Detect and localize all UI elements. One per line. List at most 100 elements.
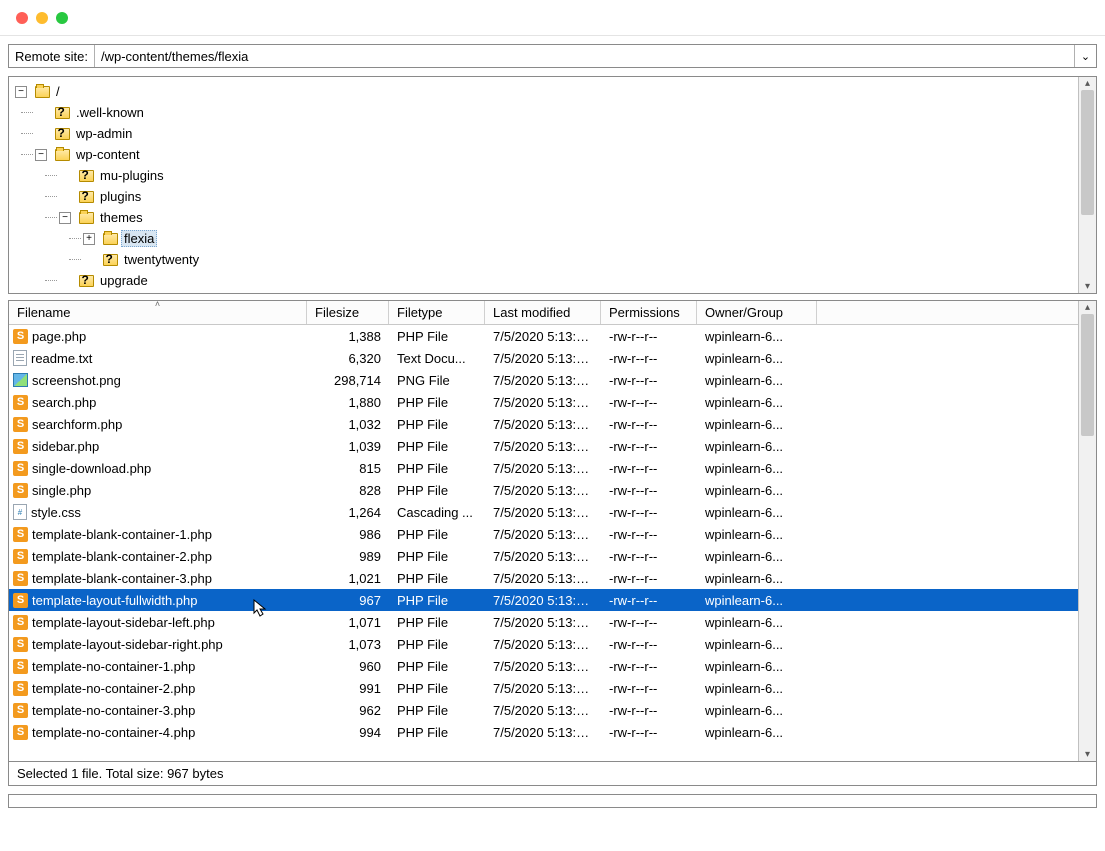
tree-item-flexia[interactable]: flexia: [121, 230, 157, 247]
file-row[interactable]: Spage.php1,388PHP File7/5/2020 5:13:3...…: [9, 325, 1078, 347]
file-permissions: -rw-r--r--: [601, 637, 697, 652]
file-row[interactable]: Stemplate-layout-sidebar-left.php1,071PH…: [9, 611, 1078, 633]
file-modified: 7/5/2020 5:13:3...: [485, 417, 601, 432]
tree-scrollbar[interactable]: ▴ ▾: [1078, 77, 1096, 293]
file-permissions: -rw-r--r--: [601, 461, 697, 476]
file-name: screenshot.png: [32, 373, 121, 388]
file-name: style.css: [31, 505, 81, 520]
file-name: template-no-container-4.php: [32, 725, 195, 740]
collapse-icon[interactable]: −: [59, 212, 71, 224]
column-filesize[interactable]: Filesize: [307, 301, 389, 324]
file-row[interactable]: Stemplate-blank-container-1.php986PHP Fi…: [9, 523, 1078, 545]
file-list-body[interactable]: Spage.php1,388PHP File7/5/2020 5:13:3...…: [9, 325, 1078, 761]
remote-site-dropdown[interactable]: ⌄: [1074, 45, 1096, 67]
remote-site-path[interactable]: /wp-content/themes/flexia: [95, 45, 1074, 67]
file-modified: 7/5/2020 5:13:3...: [485, 725, 601, 740]
file-name: template-blank-container-3.php: [32, 571, 212, 586]
folder-icon: [55, 149, 70, 161]
file-size: 1,264: [307, 505, 389, 520]
file-row[interactable]: Stemplate-no-container-4.php994PHP File7…: [9, 721, 1078, 743]
file-owner: wpinlearn-6...: [697, 527, 817, 542]
file-row[interactable]: #style.css1,264Cascading ...7/5/2020 5:1…: [9, 501, 1078, 523]
column-lastmodified[interactable]: Last modified: [485, 301, 601, 324]
close-dot-icon[interactable]: [16, 12, 28, 24]
file-row[interactable]: Ssingle-download.php815PHP File7/5/2020 …: [9, 457, 1078, 479]
file-permissions: -rw-r--r--: [601, 703, 697, 718]
column-permissions[interactable]: Permissions: [601, 301, 697, 324]
file-modified: 7/5/2020 5:13:3...: [485, 659, 601, 674]
file-row[interactable]: Ssearchform.php1,032PHP File7/5/2020 5:1…: [9, 413, 1078, 435]
file-row[interactable]: readme.txt6,320Text Docu...7/5/2020 5:13…: [9, 347, 1078, 369]
file-owner: wpinlearn-6...: [697, 351, 817, 366]
folder-icon: [79, 212, 94, 224]
directory-tree[interactable]: − / ? .well-known ? wp-admin: [11, 81, 1076, 293]
sublime-file-icon: S: [13, 329, 28, 344]
file-row[interactable]: Stemplate-blank-container-3.php1,021PHP …: [9, 567, 1078, 589]
file-modified: 7/5/2020 5:13:3...: [485, 681, 601, 696]
tree-item-wp-admin[interactable]: wp-admin: [73, 125, 135, 142]
file-modified: 7/5/2020 5:13:3...: [485, 439, 601, 454]
file-modified: 7/5/2020 5:13:4...: [485, 549, 601, 564]
file-permissions: -rw-r--r--: [601, 483, 697, 498]
file-modified: 7/5/2020 5:13:3...: [485, 395, 601, 410]
sublime-file-icon: S: [13, 681, 28, 696]
file-modified: 7/5/2020 5:13:3...: [485, 637, 601, 652]
file-size: 1,388: [307, 329, 389, 344]
file-row[interactable]: Stemplate-layout-sidebar-right.php1,073P…: [9, 633, 1078, 655]
column-filename[interactable]: Filename ˄: [9, 301, 307, 324]
tree-item-upgrade[interactable]: upgrade: [97, 272, 151, 289]
file-modified: 7/5/2020 5:13:3...: [485, 571, 601, 586]
file-name: readme.txt: [31, 351, 92, 366]
file-name: sidebar.php: [32, 439, 99, 454]
file-type: PHP File: [389, 417, 485, 432]
file-row[interactable]: Stemplate-no-container-3.php962PHP File7…: [9, 699, 1078, 721]
collapse-icon[interactable]: −: [15, 86, 27, 98]
file-owner: wpinlearn-6...: [697, 483, 817, 498]
file-permissions: -rw-r--r--: [601, 615, 697, 630]
tree-item-well-known[interactable]: .well-known: [73, 104, 147, 121]
file-modified: 7/5/2020 5:13:3...: [485, 703, 601, 718]
expand-icon[interactable]: +: [83, 233, 95, 245]
file-row[interactable]: Stemplate-layout-fullwidth.php967PHP Fil…: [9, 589, 1078, 611]
tree-item-mu-plugins[interactable]: mu-plugins: [97, 167, 167, 184]
sublime-file-icon: S: [13, 417, 28, 432]
file-owner: wpinlearn-6...: [697, 373, 817, 388]
text-file-icon: [13, 350, 27, 366]
scroll-down-icon[interactable]: ▾: [1079, 748, 1096, 761]
sublime-file-icon: S: [13, 725, 28, 740]
file-row[interactable]: Ssearch.php1,880PHP File7/5/2020 5:13:3.…: [9, 391, 1078, 413]
file-name: template-no-container-2.php: [32, 681, 195, 696]
file-owner: wpinlearn-6...: [697, 703, 817, 718]
tree-item-twentytwenty[interactable]: twentytwenty: [121, 251, 202, 268]
file-owner: wpinlearn-6...: [697, 395, 817, 410]
file-row[interactable]: Ssidebar.php1,039PHP File7/5/2020 5:13:3…: [9, 435, 1078, 457]
minimize-dot-icon[interactable]: [36, 12, 48, 24]
file-row[interactable]: screenshot.png298,714PNG File7/5/2020 5:…: [9, 369, 1078, 391]
scroll-down-icon[interactable]: ▾: [1079, 280, 1096, 293]
file-size: 815: [307, 461, 389, 476]
scroll-up-icon[interactable]: ▴: [1079, 301, 1096, 314]
sort-asc-icon: ˄: [155, 299, 160, 309]
tree-item-wp-content[interactable]: wp-content: [73, 146, 143, 163]
file-type: PHP File: [389, 439, 485, 454]
file-permissions: -rw-r--r--: [601, 593, 697, 608]
file-row[interactable]: Stemplate-blank-container-2.php989PHP Fi…: [9, 545, 1078, 567]
column-filetype[interactable]: Filetype: [389, 301, 485, 324]
column-owner[interactable]: Owner/Group: [697, 301, 817, 324]
tree-item-themes[interactable]: themes: [97, 209, 146, 226]
file-size: 960: [307, 659, 389, 674]
tree-root[interactable]: /: [53, 83, 63, 100]
file-row[interactable]: Stemplate-no-container-2.php991PHP File7…: [9, 677, 1078, 699]
file-owner: wpinlearn-6...: [697, 461, 817, 476]
scroll-up-icon[interactable]: ▴: [1079, 77, 1096, 90]
file-type: PHP File: [389, 483, 485, 498]
collapse-icon[interactable]: −: [35, 149, 47, 161]
maximize-dot-icon[interactable]: [56, 12, 68, 24]
tree-item-plugins[interactable]: plugins: [97, 188, 144, 205]
list-scrollbar[interactable]: ▴ ▾: [1078, 301, 1096, 761]
file-row[interactable]: Stemplate-no-container-1.php960PHP File7…: [9, 655, 1078, 677]
sublime-file-icon: S: [13, 527, 28, 542]
file-row[interactable]: Ssingle.php828PHP File7/5/2020 5:13:3...…: [9, 479, 1078, 501]
file-size: 298,714: [307, 373, 389, 388]
file-modified: 7/5/2020 5:13:3...: [485, 461, 601, 476]
